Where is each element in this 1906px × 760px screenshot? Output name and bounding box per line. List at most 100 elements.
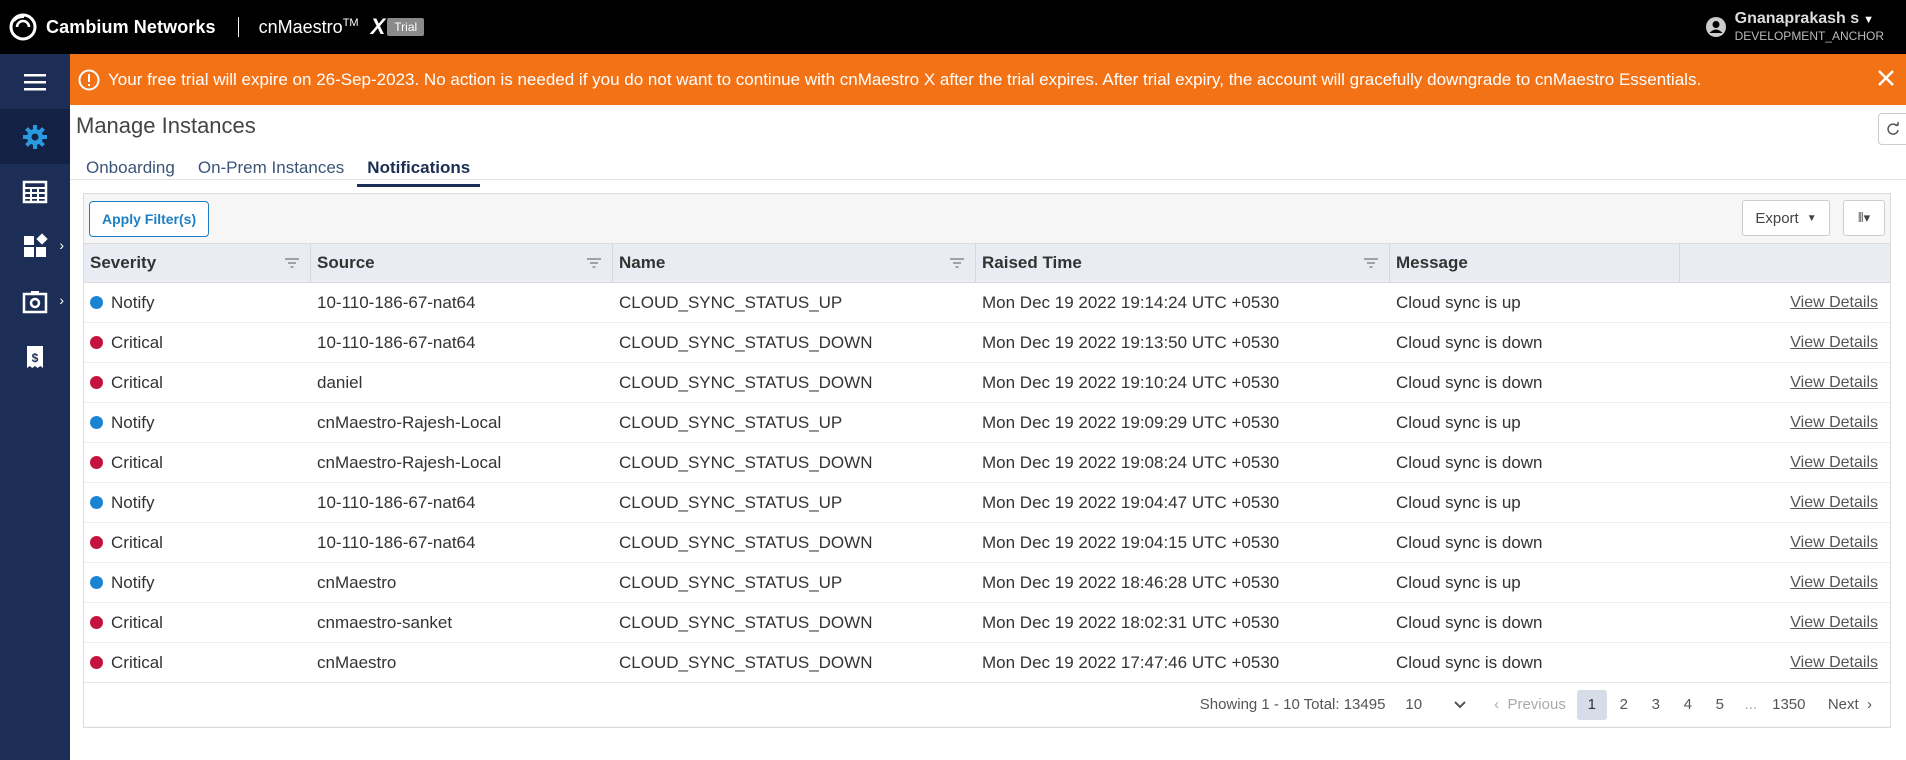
view-details-link[interactable]: View Details	[1790, 494, 1878, 512]
view-details-link[interactable]: View Details	[1790, 574, 1878, 592]
user-menu[interactable]: Gnanaprakash s ▼ DEVELOPMENT_ANCHOR	[1705, 10, 1884, 43]
severity-cell: Critical	[84, 523, 311, 562]
message-cell: Cloud sync is up	[1396, 572, 1521, 592]
name-cell: CLOUD_SYNC_STATUS_DOWN	[619, 452, 873, 472]
raised-time-cell: Mon Dec 19 2022 19:08:24 UTC +0530	[982, 452, 1280, 472]
page-last-button[interactable]: 1350	[1767, 690, 1811, 720]
page-2-button[interactable]: 2	[1609, 690, 1639, 720]
view-details-link[interactable]: View Details	[1790, 334, 1878, 352]
actions-cell: View Details	[1680, 483, 1890, 522]
name-cell: CLOUD_SYNC_STATUS_DOWN	[619, 612, 873, 632]
tab-bar: Onboarding On-Prem Instances Notificatio…	[76, 150, 483, 187]
banner-text: Your free trial will expire on 26-Sep-20…	[108, 69, 1702, 89]
column-label: Raised Time	[982, 253, 1082, 272]
message-cell: Cloud sync is down	[1396, 332, 1543, 352]
source-cell: cnMaestro-Rajesh-Local	[317, 412, 502, 432]
column-label: Message	[1396, 253, 1468, 272]
column-label: Severity	[90, 253, 157, 272]
severity-dot	[90, 576, 103, 589]
trial-badge: Trial	[387, 18, 425, 36]
source-cell: 10-110-186-67-nat64	[317, 332, 476, 352]
nav-item-billing[interactable]: $	[0, 329, 70, 384]
view-details-link[interactable]: View Details	[1790, 414, 1878, 432]
severity-label: Notify	[111, 412, 155, 432]
page-title: Manage Instances	[76, 113, 256, 138]
severity-cell: Critical	[84, 603, 311, 642]
name-cell: CLOUD_SYNC_STATUS_DOWN	[619, 532, 873, 552]
table-icon	[22, 180, 48, 203]
table-row: Critical cnMaestro-Rajesh-Local CLOUD_SYNC…	[84, 443, 1890, 483]
services-icon	[22, 290, 48, 313]
severity-label: Critical	[111, 332, 163, 352]
column-header-actions	[1680, 244, 1890, 282]
column-chooser-button[interactable]: ⦀▾	[1843, 200, 1885, 236]
table-row: Critical 10-110-186-67-nat64 CLOUD_SYNC_ST…	[84, 323, 1890, 363]
export-button[interactable]: Export ▼	[1742, 200, 1830, 236]
brand[interactable]: Cambium Networks cnMaestroTM X Trial	[0, 0, 425, 54]
raised-time-cell: Mon Dec 19 2022 18:02:31 UTC +0530	[982, 612, 1280, 632]
column-header-raised-time[interactable]: Raised Time	[976, 244, 1390, 282]
column-header-name[interactable]: Name	[613, 244, 976, 282]
column-label: Source	[317, 253, 375, 272]
columns-icon: ⦀▾	[1857, 210, 1871, 225]
severity-dot	[90, 456, 103, 469]
tab-on-prem-instances[interactable]: On-Prem Instances	[188, 150, 354, 187]
source-cell: 10-110-186-67-nat64	[317, 292, 476, 312]
severity-dot	[90, 296, 103, 309]
view-details-link[interactable]: View Details	[1790, 454, 1878, 472]
filter-icon[interactable]	[586, 256, 602, 270]
severity-cell: Notify	[84, 403, 311, 442]
page-1-button[interactable]: 1	[1576, 689, 1607, 720]
chevron-right-icon: ›	[59, 292, 64, 308]
name-cell: CLOUD_SYNC_STATUS_DOWN	[619, 372, 873, 392]
filter-icon[interactable]	[949, 256, 965, 270]
column-header-source[interactable]: Source	[311, 244, 613, 282]
source-cell: daniel	[317, 372, 363, 392]
raised-time-cell: Mon Dec 19 2022 19:09:29 UTC +0530	[982, 412, 1280, 432]
previous-button[interactable]: ‹ Previous	[1494, 696, 1566, 713]
menu-toggle[interactable]	[0, 54, 70, 109]
gear-icon	[23, 124, 47, 149]
severity-cell: Notify	[84, 483, 311, 522]
actions-cell: View Details	[1680, 443, 1890, 482]
brand-divider	[237, 17, 239, 37]
column-header-severity[interactable]: Severity	[84, 244, 311, 282]
view-details-link[interactable]: View Details	[1790, 374, 1878, 392]
filter-icon[interactable]	[1363, 256, 1379, 270]
filter-icon[interactable]	[284, 256, 300, 270]
refresh-icon	[1886, 122, 1899, 135]
page-5-button[interactable]: 5	[1705, 690, 1735, 720]
pagination-summary: Showing 1 - 10 Total: 13495	[1199, 696, 1386, 713]
raised-time-cell: Mon Dec 19 2022 19:04:47 UTC +0530	[982, 492, 1280, 512]
nav-item-settings[interactable]	[0, 109, 70, 164]
nav-item-services[interactable]: ›	[0, 274, 70, 329]
next-button[interactable]: Next ›	[1828, 696, 1872, 713]
tab-onboarding[interactable]: Onboarding	[76, 150, 185, 187]
source-cell: cnMaestro	[317, 572, 397, 592]
name-cell: CLOUD_SYNC_STATUS_UP	[619, 292, 843, 312]
view-details-link[interactable]: View Details	[1790, 294, 1878, 312]
column-header-message[interactable]: Message	[1390, 244, 1680, 282]
nav-item-apps[interactable]: ›	[0, 219, 70, 274]
view-details-link[interactable]: View Details	[1790, 534, 1878, 552]
main-content: Manage Instances Onboarding On-Prem Inst…	[70, 105, 1906, 760]
tab-notifications[interactable]: Notifications	[357, 150, 481, 187]
actions-cell: View Details	[1680, 283, 1890, 322]
name-cell: CLOUD_SYNC_STATUS_DOWN	[619, 332, 873, 352]
refresh-button[interactable]	[1878, 113, 1906, 145]
page-3-button[interactable]: 3	[1641, 690, 1671, 720]
raised-time-cell: Mon Dec 19 2022 19:14:24 UTC +0530	[982, 292, 1280, 312]
name-cell: CLOUD_SYNC_STATUS_UP	[619, 412, 843, 432]
severity-label: Critical	[111, 652, 163, 672]
view-details-link[interactable]: View Details	[1790, 654, 1878, 672]
page-4-button[interactable]: 4	[1673, 690, 1703, 720]
actions-cell: View Details	[1680, 403, 1890, 442]
page-size-select[interactable]: 10	[1405, 696, 1466, 713]
nav-item-table[interactable]	[0, 164, 70, 219]
close-icon[interactable]	[1874, 66, 1898, 90]
apply-filters-button[interactable]: Apply Filter(s)	[89, 201, 210, 237]
pagination: Showing 1 - 10 Total: 13495 10 ‹ Previou…	[84, 682, 1890, 726]
view-details-link[interactable]: View Details	[1790, 614, 1878, 632]
next-label: Next	[1827, 696, 1859, 713]
severity-cell: Critical	[84, 443, 311, 482]
